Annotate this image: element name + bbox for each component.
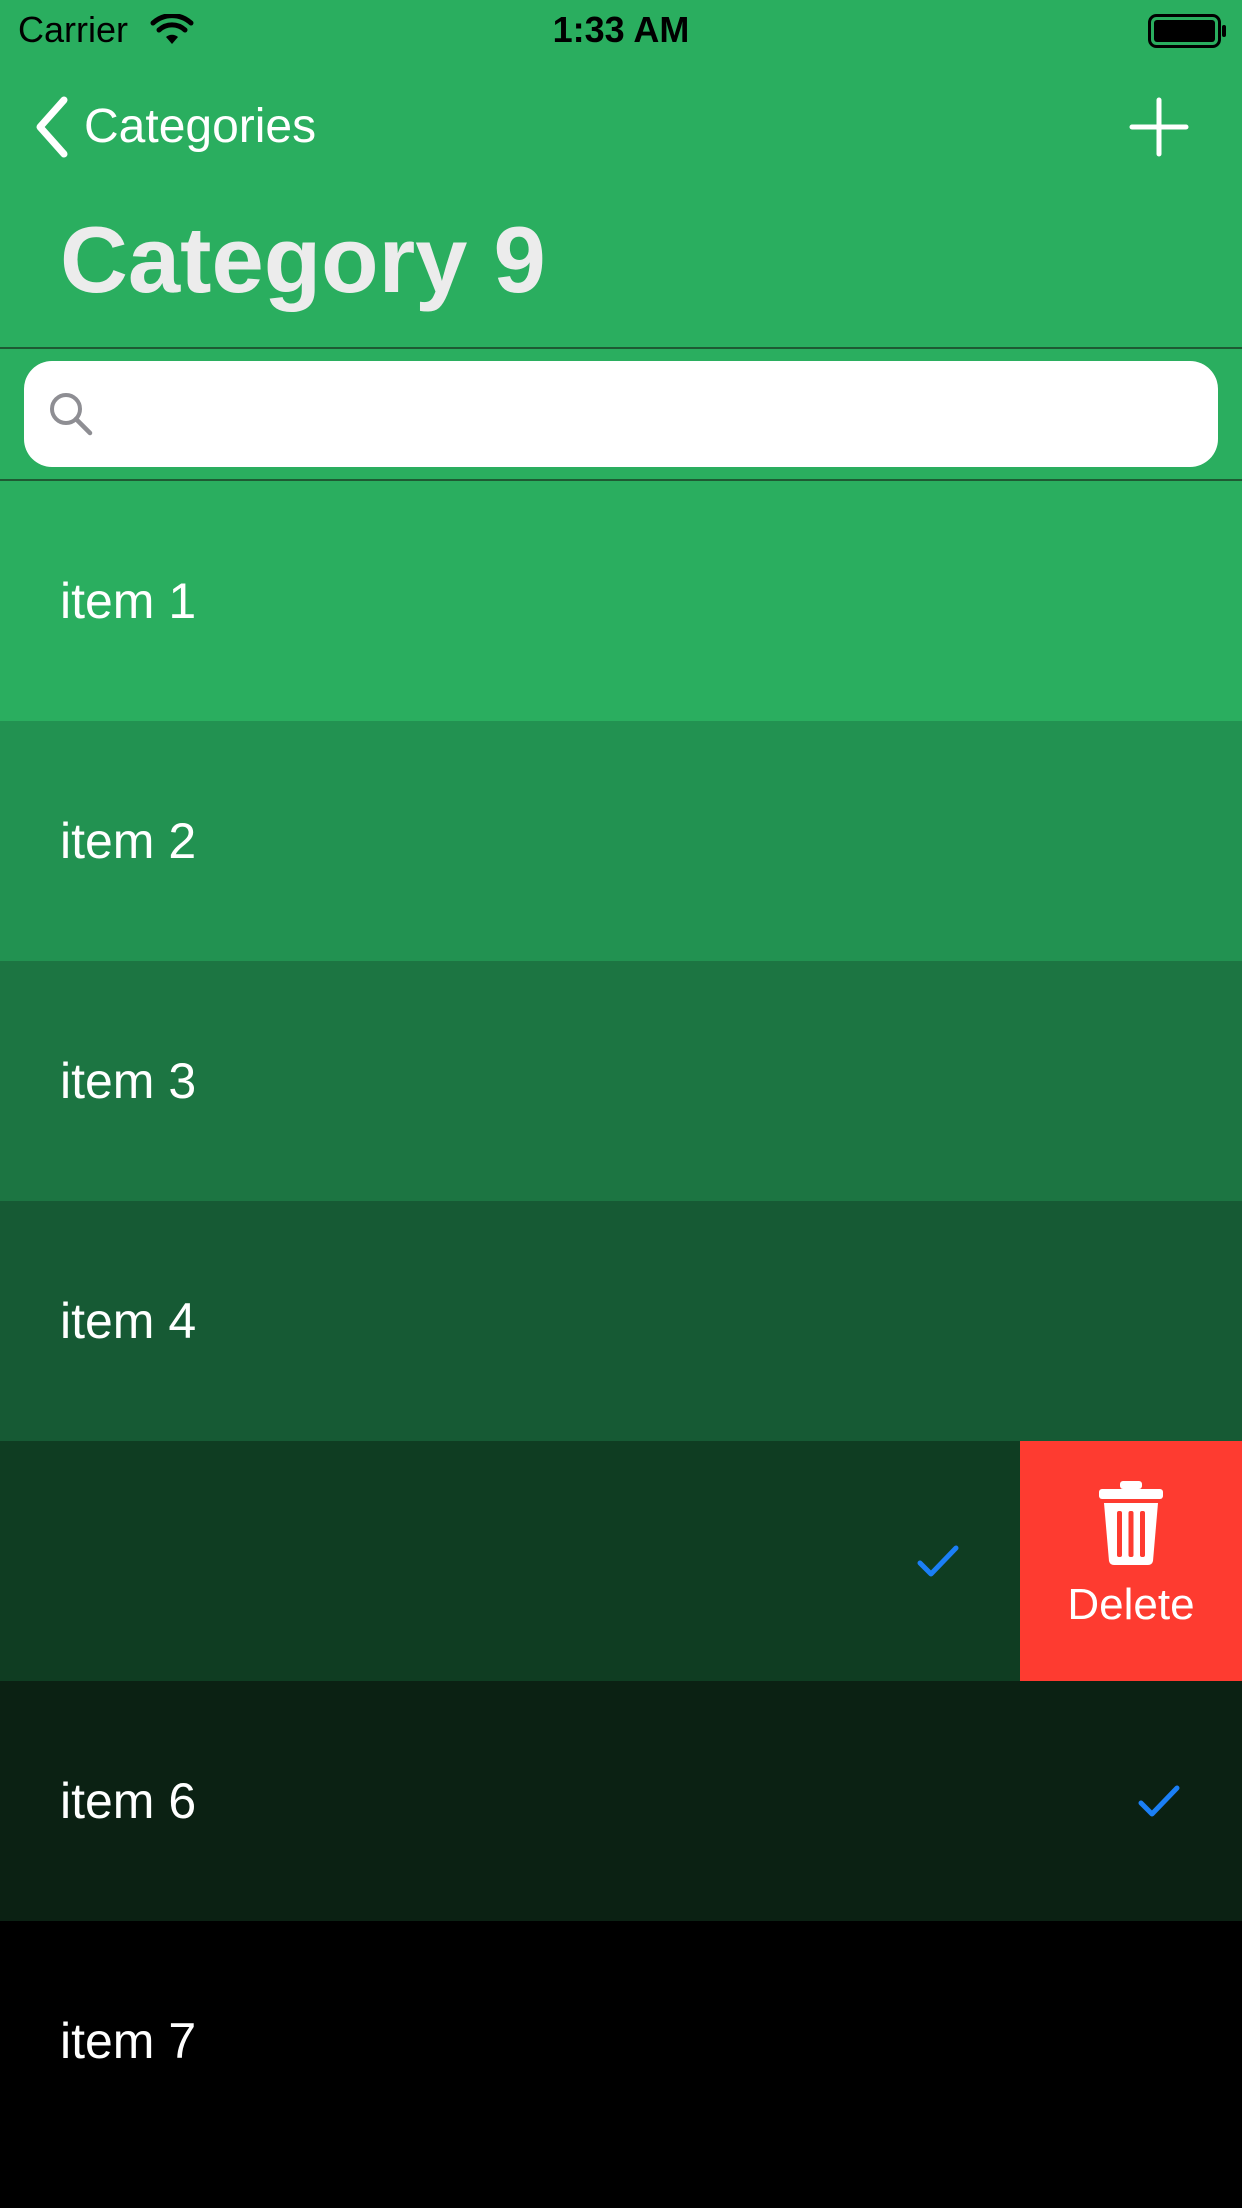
battery-icon	[1148, 14, 1226, 48]
delete-label: Delete	[1067, 1580, 1195, 1629]
chevron-left-icon	[36, 96, 68, 158]
back-button[interactable]: Categories	[30, 92, 316, 162]
list-item[interactable]: item 6	[0, 1681, 1242, 1921]
status-bar: Carrier 1:33 AM	[0, 0, 1242, 60]
checkmark-icon	[917, 1545, 959, 1577]
status-time: 1:33 AM	[552, 9, 690, 50]
page-title: Category 9	[60, 207, 546, 312]
list-item[interactable]: item 2	[0, 721, 1242, 961]
list-item-swiped[interactable]: Delete	[0, 1441, 1242, 1681]
list-item[interactable]: item 7	[0, 1921, 1242, 2161]
back-label: Categories	[84, 100, 317, 153]
plus-icon[interactable]	[1124, 92, 1194, 162]
nav-bar: Categories	[0, 80, 1242, 172]
list-item[interactable]: item 1	[0, 481, 1242, 721]
search-icon	[50, 393, 93, 436]
item-label: item 2	[60, 813, 197, 869]
item-label: item 3	[60, 1053, 197, 1109]
checkmark-icon	[1138, 1785, 1180, 1817]
navigation-header: Carrier 1:33 AM Categories Category 9	[0, 0, 1242, 347]
list-item[interactable]: item 4	[0, 1201, 1242, 1441]
item-label: item 1	[60, 573, 197, 629]
item-label: item 6	[60, 1773, 197, 1829]
item-label: item 4	[60, 1293, 197, 1349]
search-input[interactable]	[110, 381, 1194, 449]
item-label: item 7	[60, 2013, 197, 2069]
delete-button[interactable]: Delete	[1020, 1441, 1242, 1681]
search-bar[interactable]	[24, 361, 1218, 467]
trash-icon	[1099, 1481, 1163, 1565]
search-area	[0, 349, 1242, 479]
list-item[interactable]: item 3	[0, 961, 1242, 1201]
